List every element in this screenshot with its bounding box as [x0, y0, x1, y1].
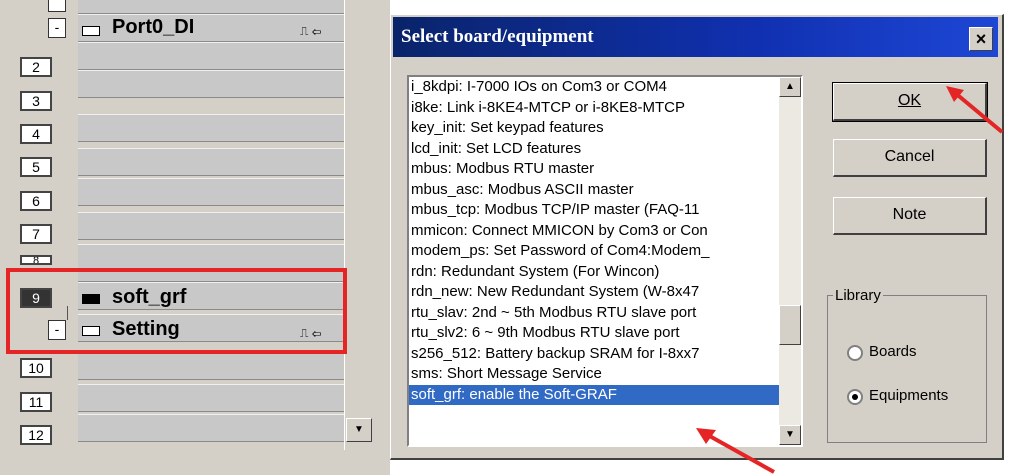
- list-item[interactable]: mbus_tcp: Modbus TCP/IP master (FAQ-11: [409, 200, 801, 221]
- row-number-11[interactable]: 11: [20, 392, 52, 412]
- list-item[interactable]: sms: Short Message Service: [409, 364, 801, 385]
- select-board-dialog: Select board/equipment × i_8kdpi: I-7000…: [390, 14, 1004, 460]
- note-button[interactable]: Note: [833, 197, 987, 235]
- list-item[interactable]: soft_grf: enable the Soft-GRAF: [409, 384, 801, 405]
- library-group: [827, 295, 987, 443]
- row-number-7[interactable]: 7: [20, 224, 52, 244]
- list-item[interactable]: rdn: Redundant System (For Wincon): [409, 262, 801, 283]
- list-item[interactable]: i_8kdpi: I-7000 IOs on Com3 or COM4: [409, 77, 801, 98]
- list-item[interactable]: rdn_new: New Redundant System (W-8x47: [409, 282, 801, 303]
- list-item[interactable]: mbus_asc: Modbus ASCII master: [409, 180, 801, 201]
- dialog-title: Select board/equipment: [401, 26, 594, 47]
- row-number-6[interactable]: 6: [20, 191, 52, 211]
- row-number-10[interactable]: 10: [20, 358, 52, 378]
- row-number-8[interactable]: 8: [20, 255, 52, 265]
- ok-label: OK: [897, 92, 922, 109]
- row-cell-10[interactable]: [78, 352, 344, 380]
- list-item[interactable]: s256_512: Battery backup SRAM for I-8xx7: [409, 344, 801, 365]
- scroll-down-button[interactable]: ▼: [346, 418, 372, 442]
- port0-di-label: Port0_DI: [112, 16, 195, 38]
- highlight-box: [6, 268, 347, 354]
- equipments-radio-label[interactable]: Equipments: [869, 387, 948, 404]
- row-number-2[interactable]: 2: [20, 57, 52, 77]
- boards-radio[interactable]: [847, 345, 863, 361]
- row-cell-3[interactable]: [78, 70, 344, 98]
- arrow-to-ok-icon: [946, 86, 1004, 134]
- list-item[interactable]: modem_ps: Set Password of Com4:Modem_: [409, 241, 801, 262]
- list-item[interactable]: rtu_slv2: 6 ~ 9th Modbus RTU slave port: [409, 323, 801, 344]
- equipments-radio[interactable]: [847, 389, 863, 405]
- close-button[interactable]: ×: [969, 27, 993, 51]
- row-number-5[interactable]: 5: [20, 157, 52, 177]
- row-number-4[interactable]: 4: [20, 124, 52, 144]
- arrow-to-soft-grf-icon: [696, 428, 775, 474]
- list-item[interactable]: key_init: Set keypad features: [409, 118, 801, 139]
- list-item[interactable]: mmicon: Connect MMICON by Com3 or Con: [409, 221, 801, 242]
- left-panel-scrollbar[interactable]: [344, 0, 375, 450]
- port0-pin-icon: ⎍ ⇦: [300, 24, 322, 38]
- row-cell-12[interactable]: [78, 414, 344, 442]
- row-cell-top: [78, 0, 344, 14]
- row-cell-11[interactable]: [78, 384, 344, 412]
- row-cell-4[interactable]: [78, 114, 344, 142]
- list-scrollbar[interactable]: ▲ ▼: [779, 77, 801, 445]
- row-cell-2[interactable]: [78, 42, 344, 70]
- library-label: Library: [833, 287, 883, 304]
- list-item[interactable]: i8ke: Link i-8KE4-MTCP or i-8KE8-MTCP: [409, 98, 801, 119]
- cancel-label: Cancel: [884, 148, 935, 165]
- list-scroll-down-button[interactable]: ▼: [779, 425, 801, 445]
- note-label: Note: [892, 206, 927, 223]
- row-number-3[interactable]: 3: [20, 91, 52, 111]
- list-item[interactable]: lcd_init: Set LCD features: [409, 139, 801, 160]
- equipment-list: i_8kdpi: I-7000 IOs on Com3 or COM4 i8ke:…: [409, 77, 801, 405]
- bottom-bar: [0, 450, 390, 475]
- port-module-icon: [82, 26, 100, 36]
- cancel-button[interactable]: Cancel: [833, 139, 987, 177]
- minus-marker-top[interactable]: [48, 0, 66, 12]
- list-item[interactable]: mbus: Modbus RTU master: [409, 159, 801, 180]
- list-item[interactable]: rtu_slav: 2nd ~ 5th Modbus RTU slave por…: [409, 303, 801, 324]
- list-scroll-thumb[interactable]: [779, 305, 801, 345]
- collapse-port0-button[interactable]: -: [48, 18, 66, 38]
- row-cell-5[interactable]: [78, 148, 344, 176]
- list-scroll-up-button[interactable]: ▲: [779, 77, 801, 97]
- row-cell-6[interactable]: [78, 178, 344, 206]
- row-number-12[interactable]: 12: [20, 425, 52, 445]
- equipment-listbox[interactable]: i_8kdpi: I-7000 IOs on Com3 or COM4 i8ke:…: [407, 75, 803, 447]
- row-cell-7[interactable]: [78, 212, 344, 240]
- boards-radio-label[interactable]: Boards: [869, 343, 917, 360]
- dialog-titlebar[interactable]: Select board/equipment ×: [393, 17, 998, 57]
